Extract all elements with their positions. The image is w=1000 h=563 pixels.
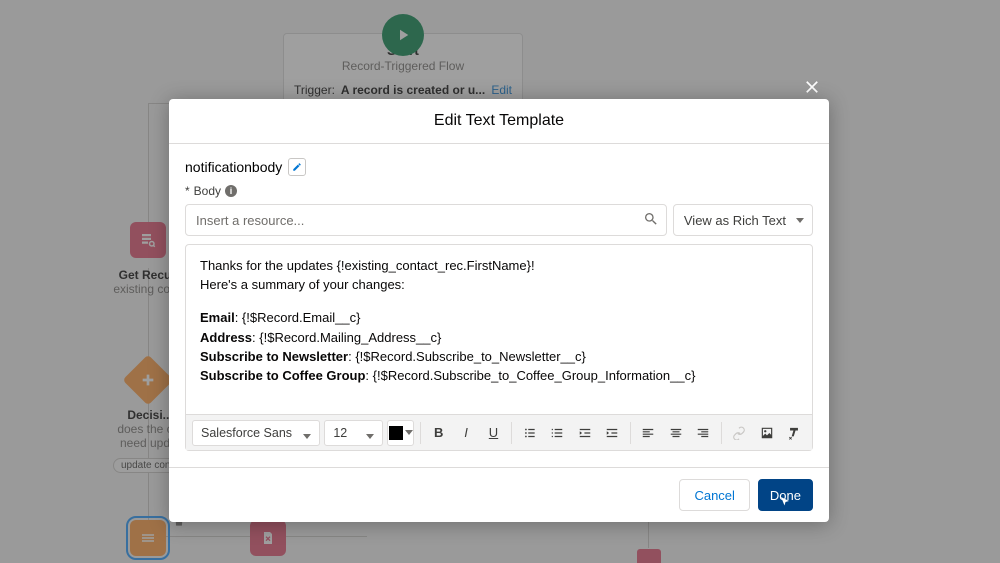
info-icon[interactable]: i (225, 185, 237, 197)
indent-button[interactable] (600, 420, 623, 446)
body-field-label: Body i (185, 184, 813, 204)
chevron-down-icon (405, 430, 413, 435)
bullet-list-button[interactable] (518, 420, 541, 446)
modal-title: Edit Text Template (169, 99, 829, 144)
resource-input[interactable] (185, 204, 667, 236)
outdent-button[interactable] (573, 420, 596, 446)
close-icon[interactable] (803, 78, 821, 96)
edit-text-template-modal: Edit Text Template notificationbody Body… (169, 99, 829, 522)
font-size-select[interactable]: 12 (324, 420, 383, 446)
clear-format-button[interactable] (783, 420, 806, 446)
search-icon (643, 211, 659, 227)
editor-content[interactable]: Thanks for the updates {!existing_contac… (186, 245, 812, 414)
edit-name-button[interactable] (288, 158, 306, 176)
view-as-select[interactable]: View as Rich Text (673, 204, 813, 236)
align-left-button[interactable] (637, 420, 660, 446)
cursor-icon (779, 496, 791, 508)
underline-button[interactable]: U (482, 420, 505, 446)
color-swatch (389, 426, 403, 440)
cancel-button[interactable]: Cancel (679, 479, 749, 511)
chevron-down-icon (366, 434, 374, 439)
text-color-picker[interactable] (387, 420, 414, 446)
link-button[interactable] (728, 420, 751, 446)
align-center-button[interactable] (664, 420, 687, 446)
chevron-down-icon (303, 434, 311, 439)
view-as-label: View as Rich Text (684, 213, 786, 228)
chevron-down-icon (796, 218, 804, 223)
template-name: notificationbody (185, 159, 282, 175)
editor-toolbar: Salesforce Sans 12 B I U (186, 414, 812, 450)
done-button[interactable]: Done (758, 479, 813, 511)
image-button[interactable] (755, 420, 778, 446)
italic-button[interactable]: I (454, 420, 477, 446)
number-list-button[interactable] (546, 420, 569, 446)
align-right-button[interactable] (691, 420, 714, 446)
font-family-select[interactable]: Salesforce Sans (192, 420, 320, 446)
bold-button[interactable]: B (427, 420, 450, 446)
rich-text-editor[interactable]: Thanks for the updates {!existing_contac… (185, 244, 813, 451)
